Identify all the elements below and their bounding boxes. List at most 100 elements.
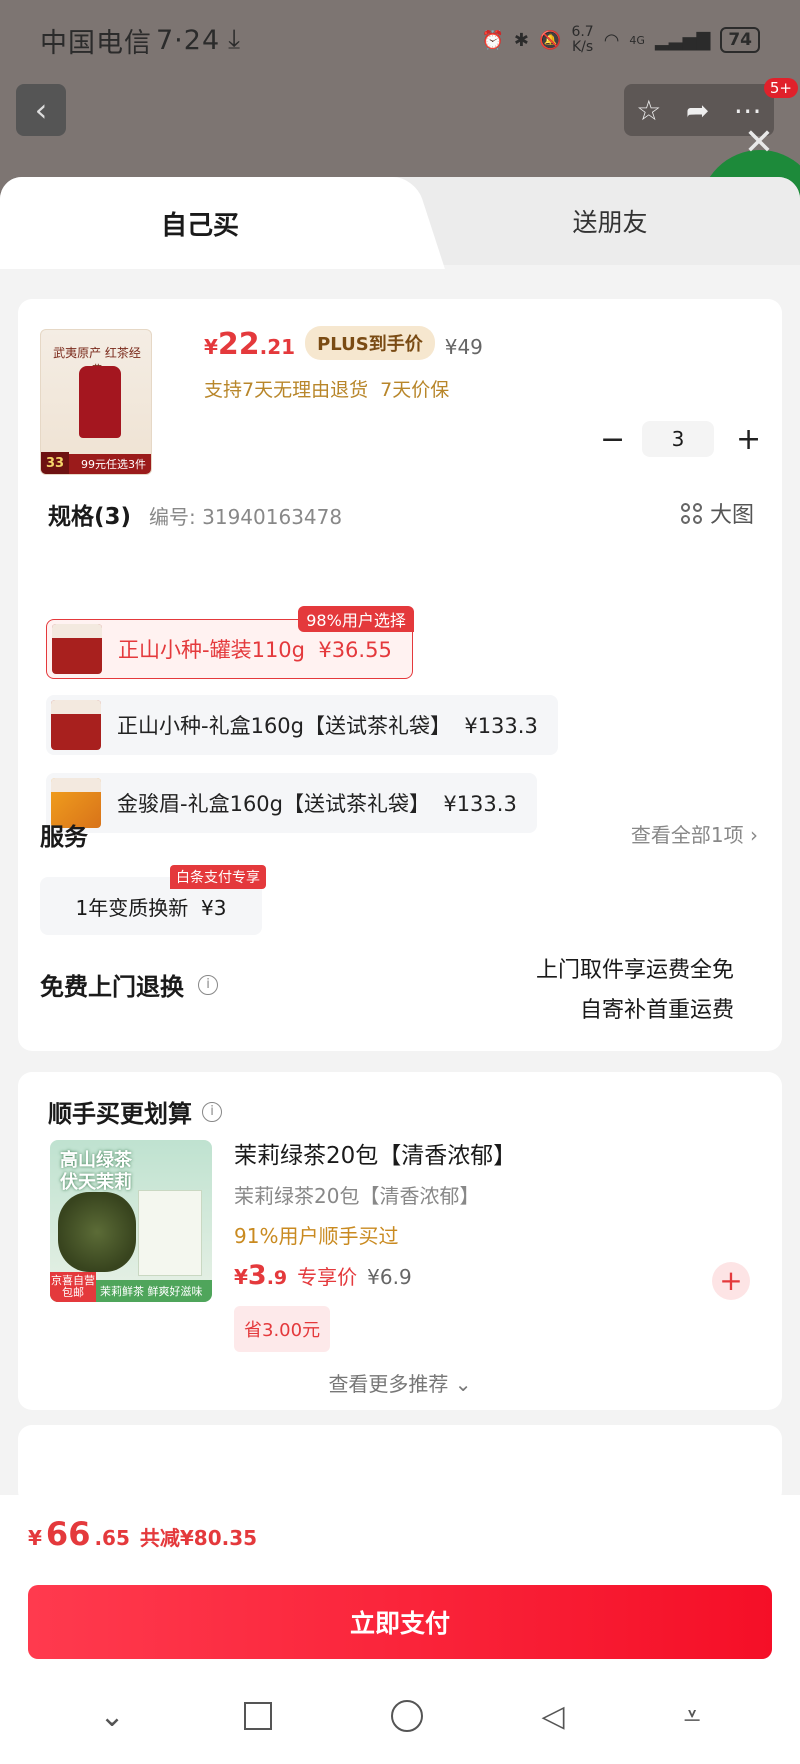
total-discount: 共减¥80.35 — [139, 1526, 258, 1550]
message-badge: 5+ — [763, 78, 798, 98]
recents-icon[interactable] — [243, 1702, 272, 1730]
recommendation-subtitle: 茉莉绿茶20包【清香浓郁】 — [234, 1184, 480, 1208]
tea-bag-graphic — [138, 1190, 202, 1276]
price-decimal: .21 — [259, 335, 296, 359]
home-icon[interactable] — [390, 1700, 423, 1732]
tab-bar: 送朋友 自己买 — [0, 177, 800, 269]
alarm-icon: ⏰ — [481, 29, 504, 51]
rec-price-decimal: .9 — [266, 1267, 288, 1289]
battery-level: 74 — [720, 27, 760, 53]
pay-now-button[interactable]: 立即支付 — [28, 1585, 772, 1659]
spec-thumb — [52, 624, 102, 674]
bluetooth-icon: ✱ — [513, 29, 530, 51]
checkout-bar: ¥66.65 共减¥80.35 立即支付 ⌄ ◁ ⩡ — [0, 1495, 800, 1764]
status-bar: 中国电信 7·24 ⤓ ⏰ ✱ 🔕 6.7 K/s ◠ 4G ▂▃▅▇ 74 — [0, 0, 800, 80]
price-integer: 22 — [217, 327, 260, 362]
close-icon[interactable]: ✕ — [744, 122, 774, 163]
service-view-all[interactable]: 查看全部1项 › — [631, 819, 758, 848]
share-icon[interactable]: ➦ — [686, 94, 709, 127]
recommendation-image[interactable]: 高山绿茶 伏天茉莉 茉莉鲜茶 鲜爽好滋味 京喜自营 包邮 — [50, 1140, 212, 1302]
carrier-label: 中国电信 — [40, 27, 152, 59]
exclusive-label: 专享价 — [297, 1265, 358, 1289]
free-return-label: 免费上门退换 — [40, 973, 184, 1001]
spec-header: 规格(3) 编号: 31940163478 — [48, 497, 342, 531]
spec-code: 编号: 31940163478 — [149, 505, 343, 529]
next-card — [18, 1425, 782, 1505]
price-line: ¥22.21 PLUS到手价 ¥49 — [204, 326, 483, 364]
notification-pull-icon[interactable]: ⩡ — [684, 1699, 701, 1734]
status-icons: ⏰ ✱ 🔕 6.7 K/s ◠ 4G ▂▃▅▇ 74 — [481, 24, 760, 55]
spec-option-label: 金骏眉-礼盒160g【送试茶礼袋】 ¥133.3 — [117, 792, 517, 816]
spec-title: 规格(3) — [48, 504, 132, 530]
system-nav-bar: ⌄ ◁ ⩡ — [0, 1681, 800, 1751]
guarantee-text: 支持7天无理由退货 7天价保 — [204, 379, 450, 401]
spec-thumb — [51, 700, 101, 750]
return-description: 上门取件享运费全免 自寄补首重运费 — [536, 951, 734, 1031]
recommendation-popularity: 91%用户顺手买过 — [234, 1224, 399, 1248]
current-price: ¥22.21 — [204, 327, 295, 362]
savings-chip: 省3.00元 — [234, 1306, 331, 1352]
recommendation-image-text: 高山绿茶 伏天茉莉 — [60, 1150, 132, 1193]
product-image[interactable]: 武夷原产 红茶经典 99元任选3件 33 — [40, 329, 152, 475]
service-view-all-label: 查看全部1项 — [630, 823, 744, 847]
collapse-icon[interactable]: ⌄ — [99, 1699, 124, 1734]
popular-badge: 98%用户选择 — [298, 606, 414, 632]
decrease-button[interactable]: − — [600, 422, 625, 457]
info-icon[interactable]: i — [202, 1101, 222, 1122]
tab-gift[interactable]: 送朋友 — [420, 177, 800, 265]
tab-self-buy-label: 自己买 — [160, 210, 239, 241]
total-price: ¥66.65 共减¥80.35 — [28, 1515, 257, 1553]
big-image-label: 大图 — [709, 503, 754, 528]
rec-price-symbol: ¥ — [234, 1265, 248, 1289]
star-icon[interactable]: ☆ — [636, 94, 661, 127]
recommendation-name[interactable]: 茉莉绿茶20包【清香浓郁】 — [234, 1136, 516, 1170]
increase-button[interactable]: + — [736, 422, 761, 457]
back-button[interactable]: ‹ — [16, 84, 66, 136]
free-return-title: 免费上门退换 i — [40, 967, 218, 1002]
rec-price-integer: 3 — [247, 1260, 267, 1291]
recommendation-price: ¥3.9 专享价 ¥6.9 — [234, 1260, 412, 1291]
return-line-1: 上门取件享运费全免 — [535, 958, 734, 983]
return-line-2: 自寄补首重运费 — [579, 998, 734, 1023]
tea-can-graphic — [79, 366, 121, 438]
quantity-input[interactable]: 3 — [642, 421, 714, 457]
rec-original-price: ¥6.9 — [367, 1265, 412, 1289]
chevron-right-icon: › — [750, 823, 758, 847]
quantity-stepper: − 3 + — [600, 421, 761, 457]
big-image-button[interactable]: 大图 — [680, 497, 754, 529]
back-triangle-icon[interactable]: ◁ — [542, 1699, 565, 1734]
add-to-order-button[interactable]: + — [712, 1262, 750, 1300]
signal-label: 4G — [629, 33, 645, 47]
tea-leaves-graphic — [58, 1192, 136, 1272]
recommendation-card: 顺手买更划算 i 高山绿茶 伏天茉莉 茉莉鲜茶 鲜爽好滋味 京喜自营 包邮 茉莉… — [18, 1072, 782, 1410]
total-decimal: .65 — [94, 1526, 130, 1550]
chevron-left-icon: ‹ — [34, 91, 48, 129]
recommendation-title: 顺手买更划算 i — [48, 1094, 222, 1129]
service-title: 服务 — [40, 823, 88, 851]
more-recommendations-link[interactable]: 查看更多推荐 ⌄ — [18, 1368, 782, 1397]
original-price: ¥49 — [444, 335, 483, 359]
total-integer: 66 — [45, 1515, 91, 1553]
product-card: 武夷原产 红茶经典 99元任选3件 33 ¥22.21 PLUS到手价 ¥49 … — [18, 299, 782, 1051]
spec-option[interactable]: 金骏眉-礼盒160g【送试茶礼袋】 ¥133.3 — [46, 773, 537, 833]
top-nav: ‹ ☆ ➦ ⋯ 5+ — [0, 78, 800, 140]
signal-icon: ▂▃▅▇ — [654, 29, 711, 51]
info-icon[interactable]: i — [198, 974, 218, 995]
download-icon: ⤓ — [228, 24, 241, 55]
service-tag: 白条支付专享 — [170, 865, 266, 889]
tab-self-buy[interactable]: 自己买 — [0, 177, 400, 269]
recommendation-image-tag: 京喜自营 包邮 — [50, 1272, 96, 1302]
recommendation-title-label: 顺手买更划算 — [48, 1100, 192, 1128]
net-speed: 6.7 K/s — [571, 24, 594, 55]
spec-option-label: 正山小种-罐装110g ¥36.55 — [118, 638, 392, 662]
spec-option[interactable]: 正山小种-礼盒160g【送试茶礼袋】 ¥133.3 — [46, 695, 558, 755]
rec-current-price: ¥3.9 — [234, 1260, 287, 1291]
spec-option-selected[interactable]: 正山小种-罐装110g ¥36.55 98%用户选择 — [46, 606, 414, 679]
total-symbol: ¥ — [28, 1526, 42, 1550]
product-image-num: 33 — [41, 452, 69, 474]
wifi-icon: ◠ — [603, 29, 620, 51]
clock: 7·24 — [156, 24, 221, 56]
mute-icon: 🔕 — [539, 29, 562, 51]
purchase-sheet: 送朋友 自己买 武夷原产 红茶经典 99元任选3件 33 ¥22.21 PLUS… — [0, 177, 800, 1764]
grid-icon — [680, 502, 702, 524]
